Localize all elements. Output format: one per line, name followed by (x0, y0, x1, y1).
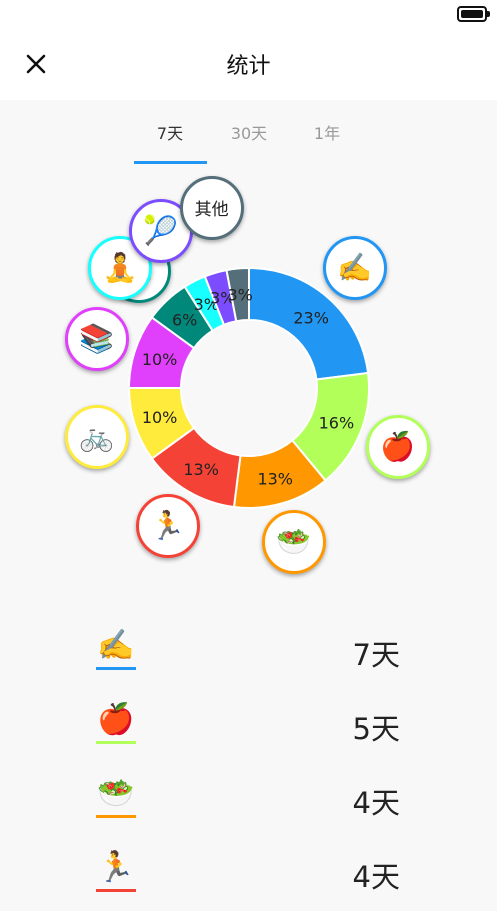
bubble-writing[interactable]: ✍️ (322, 235, 387, 300)
list-item[interactable]: 🍎 5天 (0, 689, 497, 763)
bubble-other[interactable]: 其他 (179, 175, 244, 240)
slice-label-running: 13% (183, 460, 219, 479)
salad-icon: 🥗 (97, 776, 135, 811)
nav-bar: 统计 (0, 28, 497, 100)
color-bar (96, 889, 136, 892)
status-bar (0, 0, 497, 28)
running-icon: 🏃 (97, 850, 135, 885)
books-icon: 📚 (79, 321, 115, 355)
salad-icon: 🥗 (276, 524, 312, 558)
period-tabs: 7天 30天 1年 (0, 100, 497, 166)
apple-icon: 🍎 (380, 429, 416, 463)
tennis-icon: 🎾 (143, 214, 179, 248)
tab-1-year[interactable]: 1年 (291, 120, 363, 144)
list-item[interactable]: ✍️ 7天 (0, 615, 497, 689)
battery-icon (457, 6, 490, 22)
color-bar (96, 741, 136, 744)
bicycle-icon: 🚲 (79, 420, 115, 454)
tab-30-days[interactable]: 30天 (213, 120, 285, 144)
slice-label-other: 3% (227, 285, 252, 304)
days-count: 5天 (352, 712, 400, 746)
bubble-running[interactable]: 🏃 (135, 493, 200, 558)
list-item[interactable]: 🏃 4天 (0, 837, 497, 911)
slice-label-apple: 16% (319, 414, 355, 433)
list-item[interactable]: 🥗 4天 (0, 763, 497, 837)
donut-chart: 23%16%13%13%10%10%6%3%3%3% (127, 266, 370, 509)
color-bar (96, 667, 136, 670)
writing-icon: ✍️ (337, 250, 373, 284)
slice-label-writing: 23% (293, 308, 329, 327)
bubble-bicycle[interactable]: 🚲 (64, 405, 129, 470)
slice-label-bicycle: 10% (142, 408, 178, 427)
tab-7-days[interactable]: 7天 (134, 120, 206, 144)
bubble-apple[interactable]: 🍎 (365, 414, 430, 479)
days-count: 4天 (352, 860, 400, 894)
days-count: 7天 (352, 638, 400, 672)
color-bar (96, 815, 136, 818)
apple-icon: 🍎 (97, 702, 135, 737)
bubble-books[interactable]: 📚 (64, 306, 129, 371)
days-count: 4天 (352, 786, 400, 820)
page-title: 统计 (226, 54, 271, 79)
active-tab-indicator (134, 161, 207, 164)
bubble-salad[interactable]: 🥗 (261, 509, 326, 574)
writing-icon: ✍️ (97, 628, 135, 663)
slice-label-salad: 13% (257, 469, 293, 488)
other-label: 其他 (194, 200, 229, 221)
running-icon: 🏃 (150, 508, 185, 542)
yoga-icon: 🧘 (102, 251, 138, 285)
slice-label-books: 10% (142, 350, 178, 369)
